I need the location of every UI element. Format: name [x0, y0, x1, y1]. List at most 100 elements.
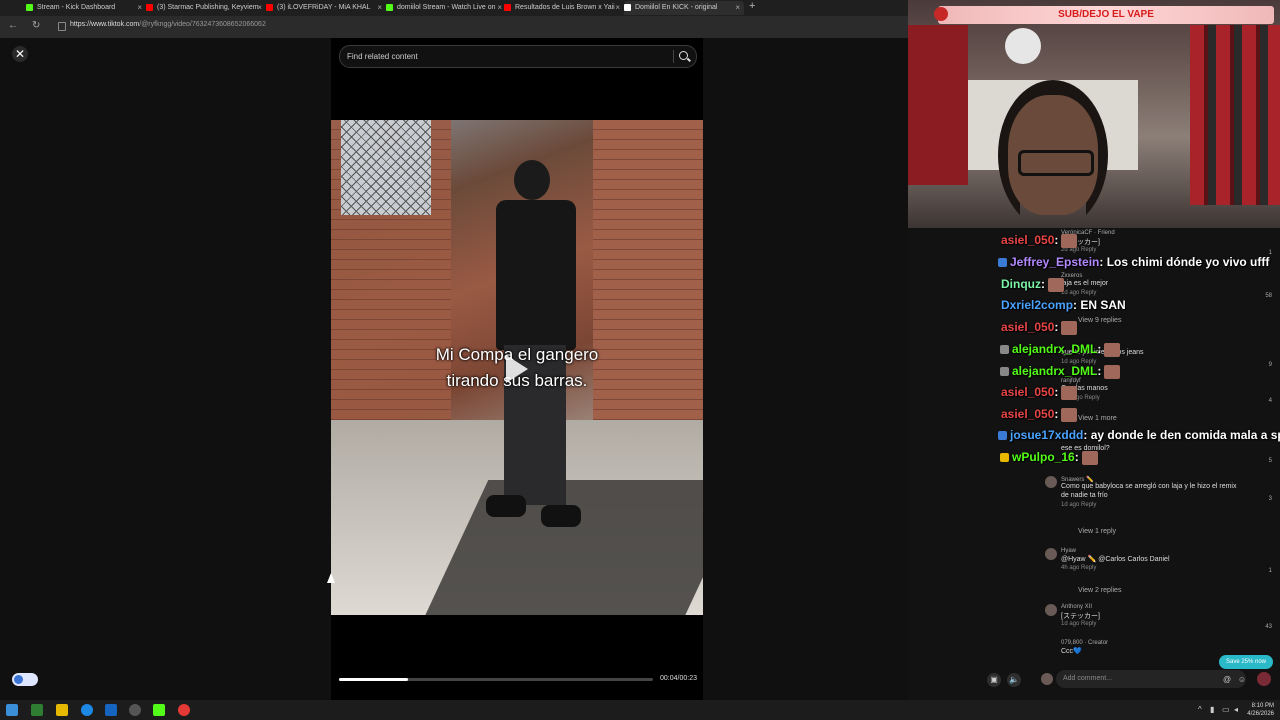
video-fence: [341, 120, 431, 215]
chrome-icon[interactable]: [178, 704, 190, 716]
view-replies-link[interactable]: View 1 reply: [1078, 528, 1116, 535]
related-search-input[interactable]: Find related content: [339, 45, 697, 68]
view-replies-link[interactable]: View 2 replies: [1078, 587, 1121, 594]
reload-icon[interactable]: ↻: [32, 20, 40, 31]
comment-meta[interactable]: 1d ago Reply: [1061, 621, 1096, 627]
browser-tab[interactable]: Stream - Kick Dashboard ×: [26, 1, 146, 15]
chat-emote-icon: [1061, 407, 1078, 422]
chat-message-text: :: [1041, 277, 1045, 291]
app-icon-1[interactable]: [31, 704, 43, 716]
chat-username[interactable]: wPulpo_16: [1012, 450, 1075, 464]
user-avatar[interactable]: [1041, 673, 1053, 685]
tab-favicon-icon: [624, 3, 631, 11]
comment-like-count[interactable]: 58: [1265, 293, 1272, 299]
comment-meta[interactable]: 4h ago Reply: [1061, 565, 1096, 571]
start-icon[interactable]: [6, 704, 18, 716]
stream-banner: SUB/DEJO EL VAPE: [934, 6, 1274, 24]
chat-badge-icon: [998, 431, 1007, 441]
tab-close-icon[interactable]: ×: [615, 1, 620, 15]
address-bar: ← ↻ https://www.tiktok.com/@ryfkngg/vide…: [0, 16, 908, 38]
comment-username[interactable]: Zxxeros: [1061, 273, 1082, 279]
chat-username[interactable]: Jeffrey_Epstein: [1010, 255, 1099, 269]
emoji-icon[interactable]: ☺: [1235, 673, 1249, 687]
kick-icon[interactable]: [153, 704, 165, 716]
comment-like-count[interactable]: 43: [1265, 624, 1272, 630]
chat-username[interactable]: asiel_050: [1001, 320, 1054, 334]
comment-avatar[interactable]: [1045, 604, 1057, 616]
view-replies-link[interactable]: View 1 more: [1078, 415, 1117, 422]
comment-like-count[interactable]: 4: [1269, 398, 1272, 404]
tab-favicon-icon: [386, 3, 393, 11]
tray-chevron-icon[interactable]: ^: [1198, 705, 1202, 714]
browser-tab-bar: Stream - Kick Dashboard × (3) Starmac Publ…: [0, 0, 908, 16]
chat-username[interactable]: alejandrx_DML: [1012, 342, 1097, 356]
tab-close-icon[interactable]: ×: [377, 1, 382, 15]
chat-username[interactable]: josue17xddd: [1010, 428, 1083, 442]
comment-avatar[interactable]: [1045, 476, 1057, 488]
tab-favicon-icon: [26, 3, 33, 11]
chat-username[interactable]: alejandrx_DML: [1012, 364, 1097, 378]
tab-close-icon[interactable]: ×: [735, 1, 740, 15]
comment-meta[interactable]: 1d ago Reply: [1061, 290, 1096, 296]
tab-close-icon[interactable]: ×: [257, 1, 262, 15]
system-clock[interactable]: 8:10 PM 4/26/2026: [1247, 702, 1274, 718]
tab-favicon-icon: [266, 3, 273, 11]
comment-like-count[interactable]: 1: [1269, 568, 1272, 574]
chat-badge-icon: [1000, 453, 1009, 463]
tray-volume-icon[interactable]: ◂: [1234, 705, 1238, 714]
tray-mic-icon[interactable]: ▮: [1210, 705, 1214, 714]
new-tab-button[interactable]: +: [749, 0, 755, 12]
video-progress-bar[interactable]: [339, 678, 653, 681]
browser-tab[interactable]: Resultados de Luis Brown x Yaii ×: [504, 1, 624, 15]
play-icon[interactable]: [506, 355, 528, 383]
app-icon-2[interactable]: [105, 704, 117, 716]
back-icon[interactable]: ←: [8, 20, 18, 31]
comment-username[interactable]: ranjfdyf: [1061, 378, 1081, 384]
tab-title: (3) Starmac Publishing, Keyviem: [157, 4, 259, 11]
search-divider: [673, 50, 674, 63]
tab-close-icon[interactable]: ×: [137, 1, 142, 15]
comment-like-count[interactable]: 5: [1269, 458, 1272, 464]
comment-text: @Hyaw ✏️ @Carlos Carlos Daniel: [1061, 556, 1170, 563]
file-explorer-icon[interactable]: [56, 704, 68, 716]
comment-like-count[interactable]: 3: [1269, 496, 1272, 502]
volume-icon[interactable]: 🔈: [1007, 673, 1021, 687]
comment-text: [ステッカー]: [1061, 613, 1100, 620]
browser-tab[interactable]: (3) Starmac Publishing, Keyviem ×: [146, 1, 266, 15]
bookmark-icon[interactable]: ▣: [987, 673, 1001, 687]
view-replies-link[interactable]: View 9 replies: [1078, 317, 1121, 324]
comment-like-count[interactable]: 9: [1269, 362, 1272, 368]
search-icon[interactable]: [679, 51, 688, 60]
kick-chat-message: asiel_050:: [1001, 385, 1078, 400]
comment-input[interactable]: Add comment...: [1056, 670, 1246, 688]
comments-panel: VerónicaCF · Friend [ステッカー] 2d ago Reply 1 Z…: [908, 228, 1280, 700]
chat-username[interactable]: Dxriel2comp: [1001, 298, 1073, 312]
save-promo-badge[interactable]: Save 25% now: [1219, 655, 1273, 669]
chat-username[interactable]: asiel_050: [1001, 385, 1054, 399]
chat-username[interactable]: Dinquz: [1001, 277, 1041, 291]
mention-icon[interactable]: @: [1220, 673, 1234, 687]
tab-close-icon[interactable]: ×: [497, 1, 502, 15]
close-icon[interactable]: ✕: [12, 46, 28, 62]
url-field[interactable]: https://www.tiktok.com/@ryfkngg/video/76…: [70, 21, 266, 28]
site-info-icon[interactable]: [58, 22, 66, 31]
comment-avatar[interactable]: [1045, 548, 1057, 560]
comment-username[interactable]: Snawers ✏️: [1061, 476, 1093, 483]
comment-username[interactable]: Anthony XII: [1061, 604, 1092, 610]
browser-tab[interactable]: (3) iLOVEFRiDAY - MiA KHAL ×: [266, 1, 386, 15]
chat-message-text: :: [1054, 320, 1059, 334]
chat-username[interactable]: asiel_050: [1001, 233, 1054, 247]
chat-message-text: :: [1097, 342, 1102, 356]
browser-tab[interactable]: domiilol Stream - Watch Live on ×: [386, 1, 506, 15]
tray-network-icon[interactable]: ▭: [1222, 705, 1230, 714]
autoscroll-toggle[interactable]: [12, 673, 38, 686]
browser-tab[interactable]: Domiilol En KICK - original ×: [624, 1, 744, 15]
obs-icon[interactable]: [129, 704, 141, 716]
edge-browser-icon[interactable]: [81, 704, 93, 716]
post-comment-button[interactable]: [1257, 672, 1271, 686]
chat-username[interactable]: asiel_050: [1001, 407, 1054, 421]
comment-meta[interactable]: 2d ago Reply: [1061, 247, 1096, 253]
comment-meta[interactable]: 1d ago Reply: [1061, 502, 1096, 508]
comment-username[interactable]: Hyaw: [1061, 548, 1076, 554]
comment-username[interactable]: 079,800 · Creator: [1061, 640, 1108, 646]
